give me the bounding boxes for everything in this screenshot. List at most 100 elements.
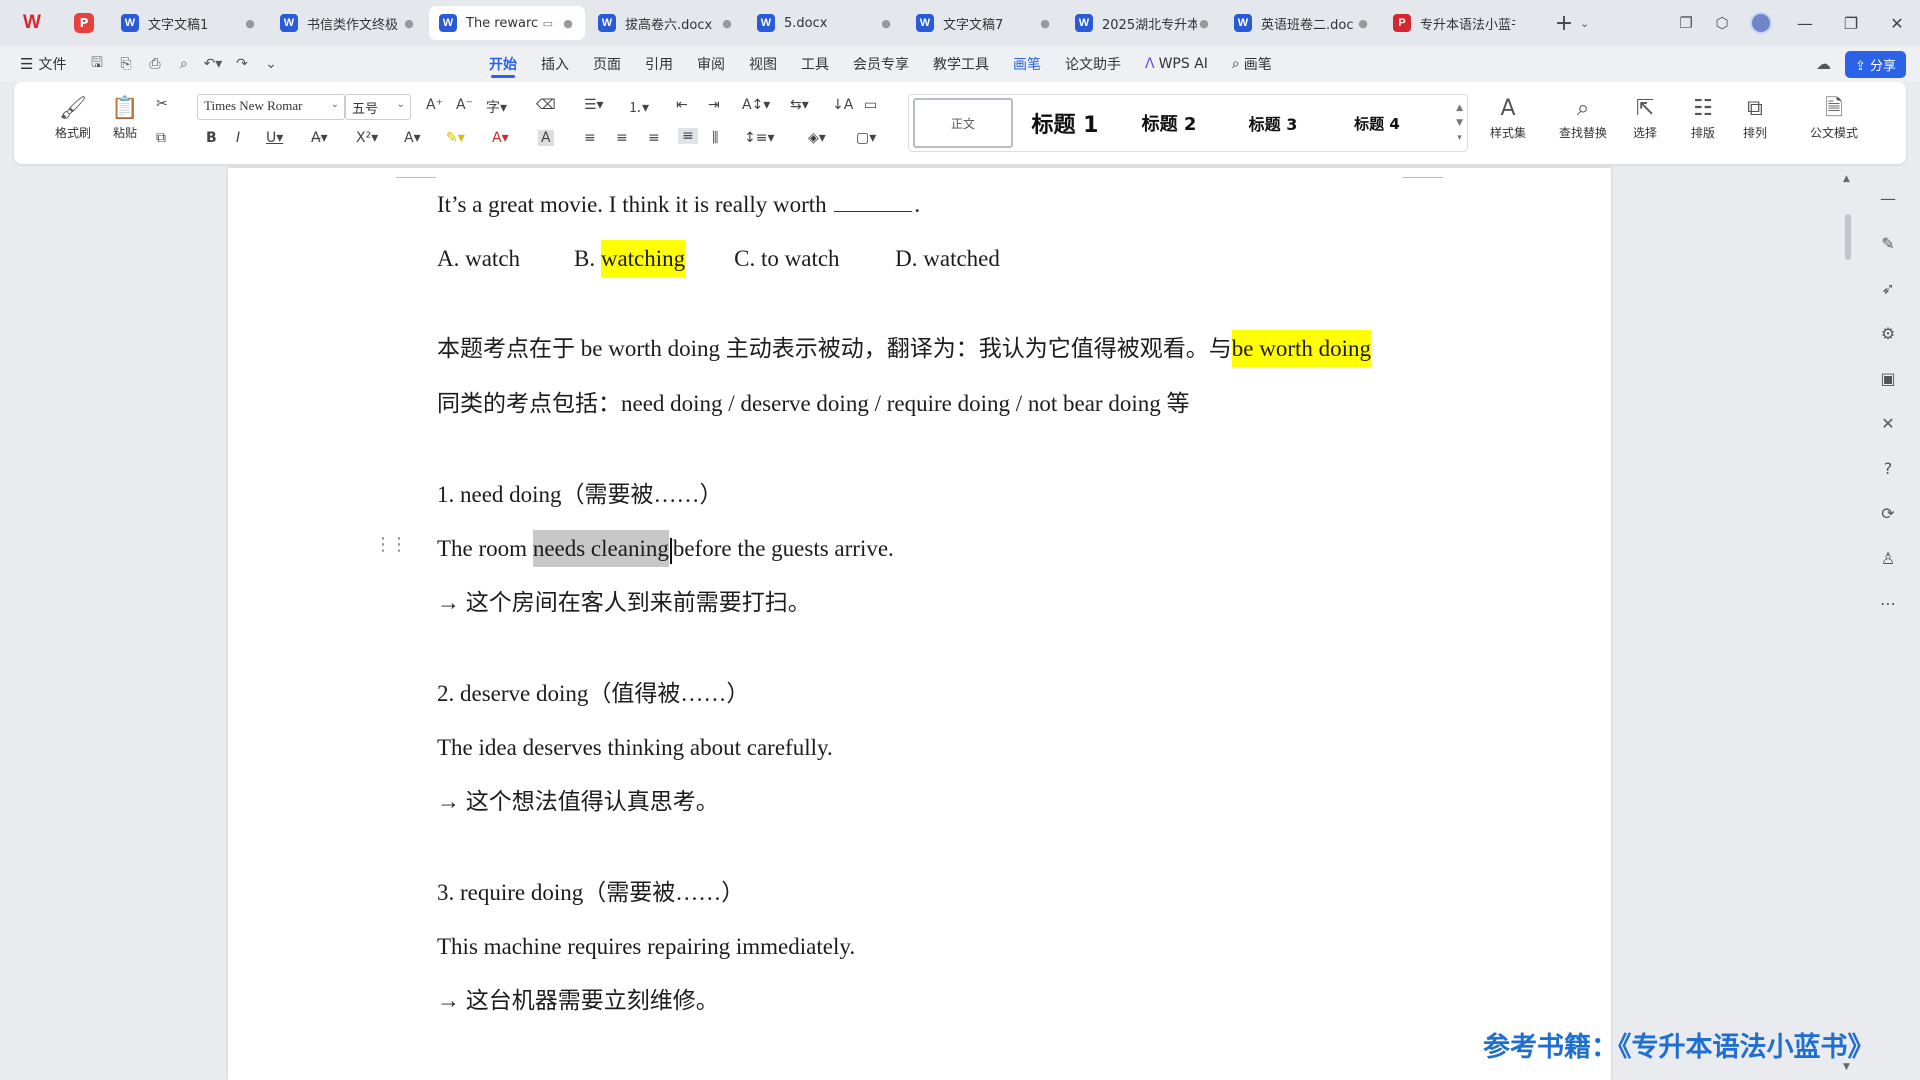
numbering-icon[interactable]: ⒈▾ [628,97,649,117]
borders-icon[interactable]: ▢▾ [856,130,876,146]
wps-logo-icon[interactable]: W [17,8,47,38]
tab-close-icon[interactable]: ● [402,17,416,30]
tab-close-icon[interactable]: ● [561,17,575,30]
select-button[interactable]: ⇱ 选择 [1620,94,1670,141]
highlight-color-icon[interactable]: ✎▾ [446,130,465,146]
arrange-button[interactable]: ⧉ 排列 [1730,94,1780,141]
item-1-example[interactable]: The room needs cleaning before the guests… [437,530,894,567]
pen-icon[interactable]: ✎ [1870,221,1906,266]
italic-icon[interactable]: I [236,130,240,146]
bullets-icon[interactable]: ☰▾ [584,97,604,113]
tab-close-icon[interactable]: ● [1356,17,1370,30]
increase-indent-icon[interactable]: ⇥ [708,97,720,113]
question-line[interactable]: It’s a great movie. I think it is really… [437,189,920,221]
menu-references[interactable]: 引用 [633,46,685,82]
tools-icon[interactable]: ✕ [1870,401,1906,446]
text-effect-icon[interactable]: A▾ [404,130,421,146]
phonetic-guide-icon[interactable]: 字▾ [486,97,507,117]
styles-scroll-arrows[interactable]: ▲ ▼ ▾ [1456,101,1463,146]
item-1-translation[interactable]: → 这个房间在客人到来前需要打扫。 [437,587,811,619]
menu-teaching-tools[interactable]: 教学工具 [921,46,1001,82]
menu-member[interactable]: 会员专享 [841,46,921,82]
undo-icon[interactable]: ↶▾ [198,56,227,72]
document-page[interactable]: It’s a great movie. I think it is really… [228,168,1611,1080]
doc-tab-7[interactable]: W 2025湖北专升本 ● [1065,6,1221,40]
format-painter-button[interactable]: 🖌 格式刷 [48,94,98,141]
font-name-select[interactable]: Times New Romar ⌄ [197,94,345,120]
pointer-icon[interactable]: ➶ [1870,266,1906,311]
redo-icon[interactable]: ↷ [227,56,256,72]
share-button[interactable]: ⇪ 分享 [1844,50,1906,78]
style-heading-3[interactable]: 标题 3 [1221,98,1325,148]
doc-tab-4[interactable]: W 拔高卷六.docx ● [588,6,744,40]
menu-thesis-assistant[interactable]: 论文助手 [1053,46,1133,82]
line-spacing-icon[interactable]: ↕≡▾ [744,130,775,146]
menu-pen[interactable]: 画笔 [1001,46,1053,82]
paste-button[interactable]: 📋 粘贴 [100,94,150,141]
menu-search[interactable]: ⌕ 画笔 [1220,46,1284,82]
box-icon[interactable]: ⬡ [1704,14,1740,32]
underline-icon[interactable]: U▾ [266,130,283,146]
options-line[interactable]: A. watch B. watching C. to watch D. watched [437,240,1000,277]
cloud-upload-icon[interactable]: ☁ [1816,55,1831,73]
distribute-icon[interactable]: ⫼ [712,130,718,146]
item-2-translation[interactable]: → 这个想法值得认真思考。 [437,786,719,818]
align-right-icon[interactable]: ≡ [648,130,660,146]
menu-page[interactable]: 页面 [581,46,633,82]
image-icon[interactable]: ▣ [1870,356,1906,401]
print-preview-icon[interactable]: ⌕ [169,56,198,72]
customize-chevron-icon[interactable]: ⌄ [256,56,285,72]
decrease-indent-icon[interactable]: ⇤ [676,97,688,113]
grow-font-icon[interactable]: A⁺ [426,97,443,113]
tab-close-icon[interactable]: ● [879,17,893,30]
more-icon[interactable]: ⋯ [1870,581,1906,626]
item-1-title[interactable]: 1. need doing（需要被……） [437,479,723,511]
collapse-icon[interactable]: — [1870,176,1906,221]
clear-format-icon[interactable]: ⌫ [536,97,556,113]
doc-tab-1[interactable]: W 文字文稿1 ● [111,6,267,40]
new-tab-icon[interactable]: + [1550,11,1578,36]
vertical-scrollbar[interactable]: ▲ ▼ [1840,168,1856,1080]
sort-icon[interactable]: ↓A [832,97,853,113]
menu-review[interactable]: 审阅 [685,46,737,82]
tab-close-icon[interactable]: ● [1197,17,1211,30]
doc-tab-5[interactable]: W 5.docx ● [747,6,903,40]
tab-close-icon[interactable]: ● [1038,17,1052,30]
copy-icon[interactable]: ⧉ [156,130,166,146]
doc-tab-8[interactable]: W 英语班卷二.doc ● [1224,6,1380,40]
multi-window-icon[interactable]: ❐ [1668,14,1704,32]
sync-icon[interactable]: ⟳ [1870,491,1906,536]
char-shading-icon[interactable]: A [538,130,554,146]
explanation-line-2[interactable]: 同类的考点包括：need doing / deserve doing / req… [437,388,1189,420]
pdf-tab-9[interactable]: P 专升本语法小蓝书 [1383,6,1539,40]
bold-icon[interactable]: B [206,130,217,146]
restore-icon[interactable]: ❐ [1828,14,1874,33]
item-3-translation[interactable]: → 这台机器需要立刻维修。 [437,985,719,1017]
item-3-example[interactable]: This machine requires repairing immediat… [437,931,855,963]
style-heading-2[interactable]: 标题 2 [1117,98,1221,148]
tab-close-icon[interactable]: ● [720,17,734,30]
layout-button[interactable]: ☷ 排版 [1678,94,1728,141]
menu-insert[interactable]: 插入 [529,46,581,82]
item-2-title[interactable]: 2. deserve doing（值得被……） [437,678,749,710]
style-heading-4[interactable]: 标题 4 [1325,98,1429,148]
save-icon[interactable]: 🖫 [82,52,111,76]
font-size-select[interactable]: 五号 ⌄ [345,94,411,120]
drag-handle-icon[interactable]: ⋮⋮ [374,536,408,554]
avatar[interactable] [1750,12,1772,34]
style-normal[interactable]: 正文 [913,98,1013,148]
menu-wps-ai[interactable]: ᐱ WPS AI [1133,46,1220,82]
align-left-icon[interactable]: ≡ [584,130,596,146]
line-spacing-rule-icon[interactable]: ⇆▾ [790,97,809,113]
item-2-example[interactable]: The idea deserves thinking about careful… [437,732,833,764]
style-set-button[interactable]: A 样式集 [1478,94,1538,141]
scroll-up-icon[interactable]: ▲ [1843,174,1850,184]
doc-tab-3-active[interactable]: W The rewarc ▭ ● [429,6,585,40]
minimize-icon[interactable]: — [1782,14,1828,33]
justify-icon[interactable]: ≡ [678,128,698,144]
superscript-icon[interactable]: X²▾ [356,130,378,146]
explanation-line-1[interactable]: 本题考点在于 be worth doing 主动表示被动，翻译为：我认为它值得被… [437,330,1372,367]
menu-home[interactable]: 开始 [477,46,529,82]
scrollbar-thumb[interactable] [1845,214,1851,260]
text-direction-icon[interactable]: A↕▾ [742,97,770,113]
